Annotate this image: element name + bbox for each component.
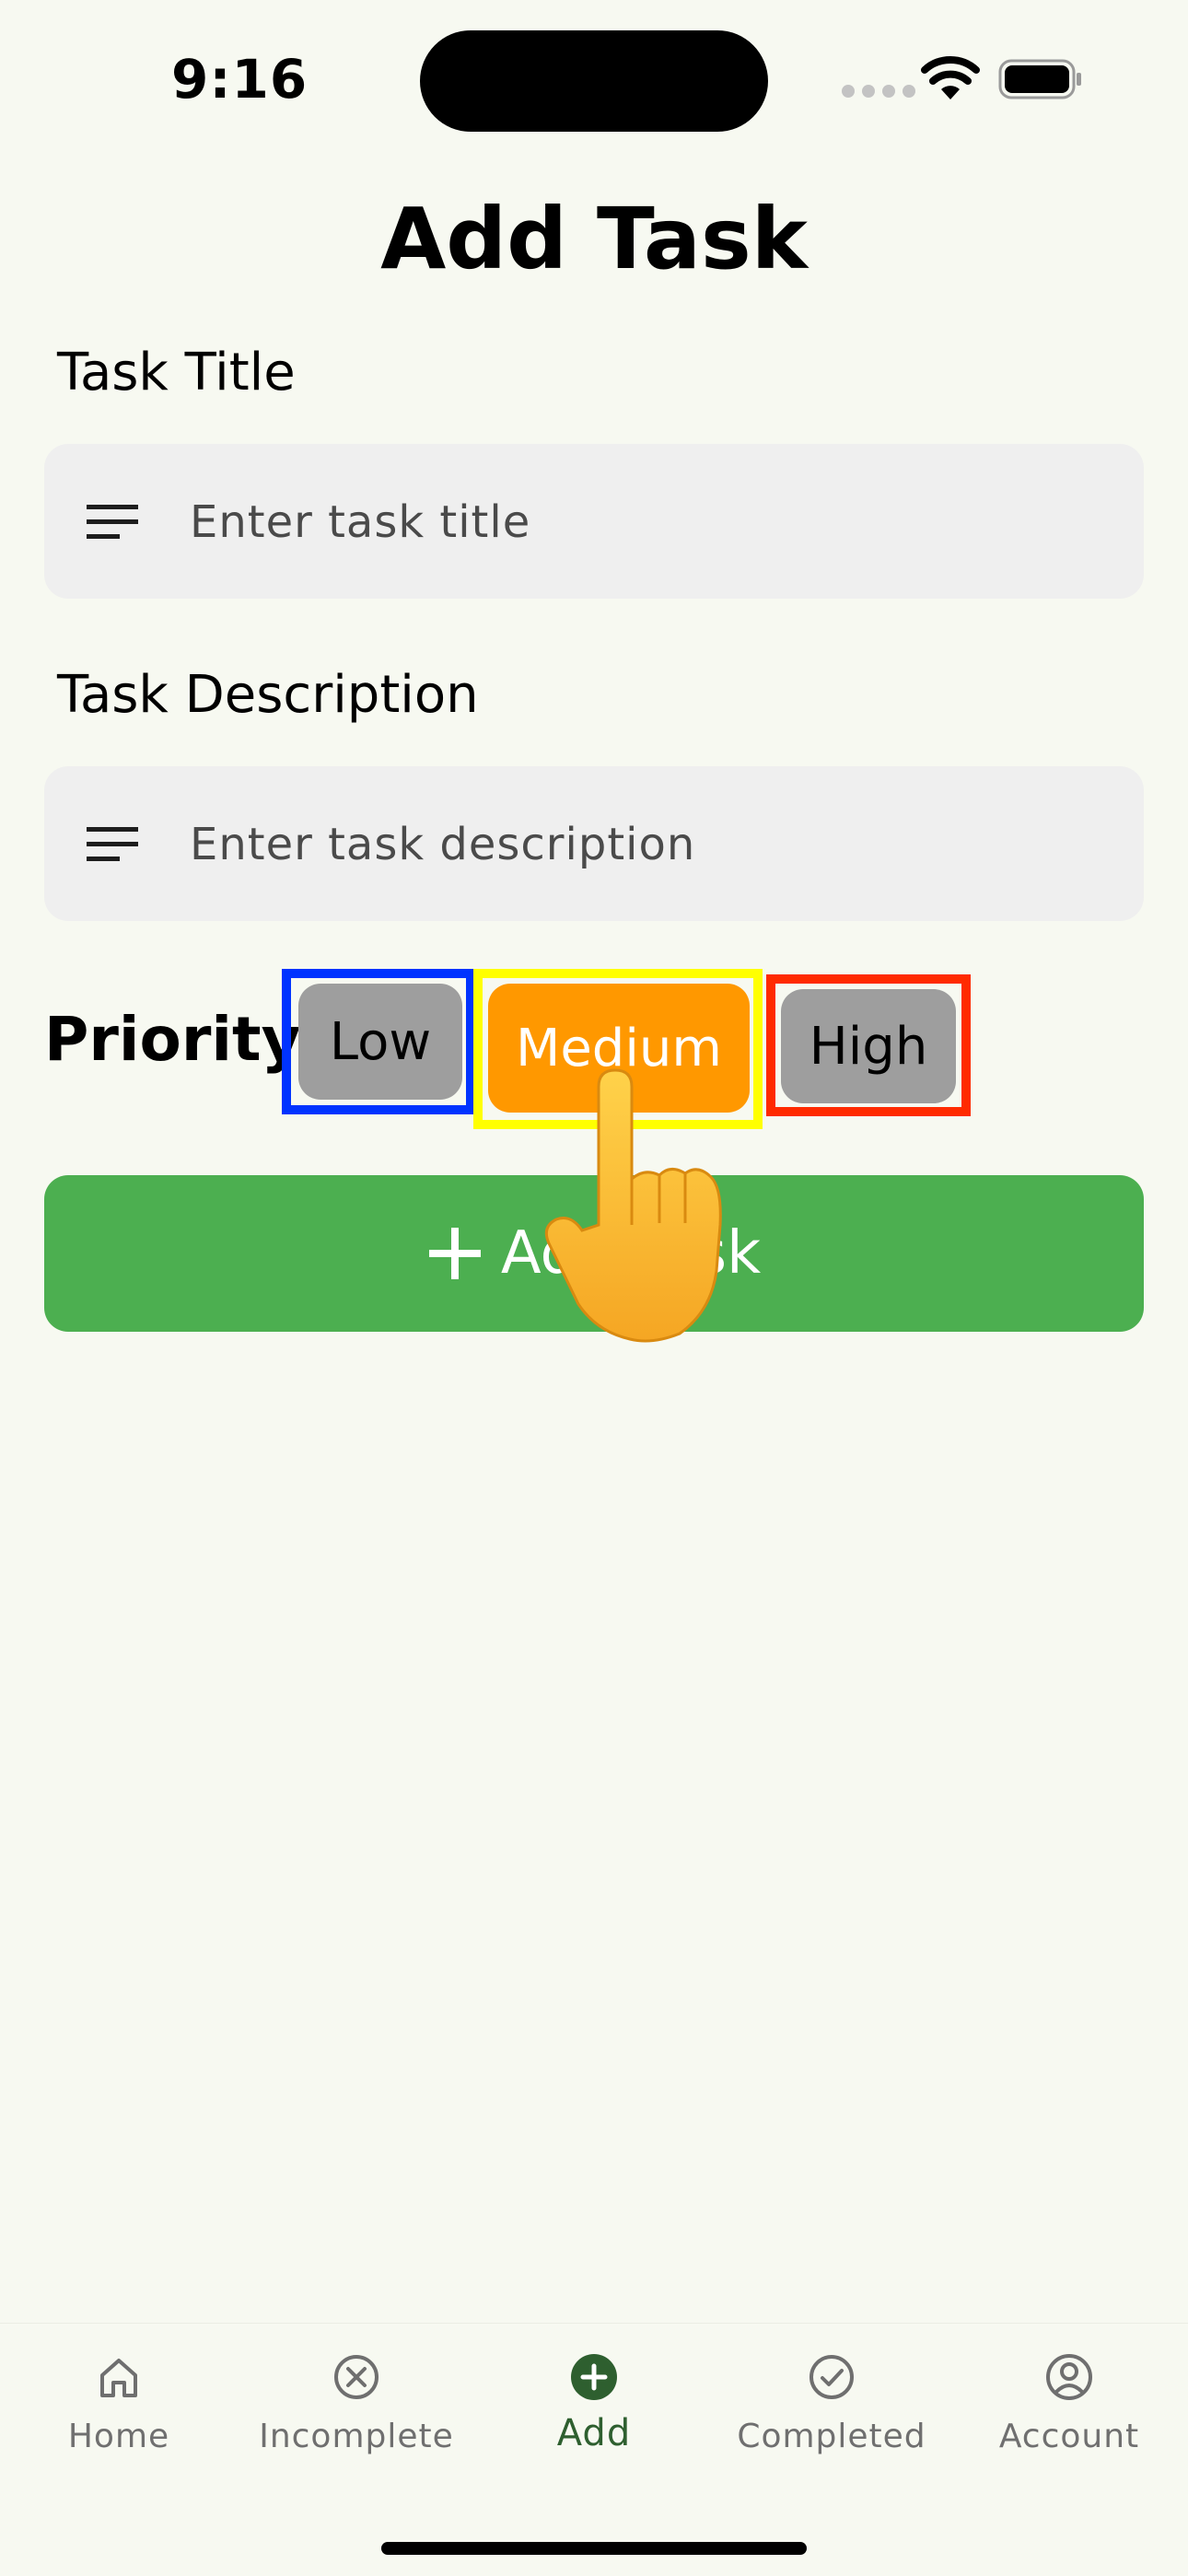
- plus-icon: [428, 1228, 481, 1279]
- wifi-icon: [921, 55, 980, 99]
- bottom-navigation: Home Incomplete Add Completed Account: [0, 2323, 1188, 2576]
- nav-add[interactable]: Add: [475, 2351, 713, 2454]
- battery-icon: [998, 59, 1081, 99]
- plus-circle-icon: [571, 2354, 617, 2400]
- pointing-hand-icon: [544, 1068, 722, 1343]
- short-text-icon: [87, 505, 138, 539]
- short-text-icon: [87, 827, 138, 861]
- home-indicator: [381, 2542, 807, 2555]
- page-title: Add Task: [380, 190, 808, 288]
- dynamic-island: [420, 30, 768, 132]
- task-title-input[interactable]: [188, 444, 1112, 600]
- check-circle-icon: [809, 2355, 854, 2399]
- task-title-label: Task Title: [57, 343, 296, 402]
- nav-incomplete[interactable]: Incomplete: [238, 2351, 475, 2455]
- x-circle-icon: [334, 2355, 379, 2399]
- nav-account[interactable]: Account: [950, 2351, 1188, 2455]
- nav-incomplete-label: Incomplete: [259, 2418, 454, 2455]
- nav-completed[interactable]: Completed: [713, 2351, 950, 2455]
- priority-label: Priority: [44, 1004, 301, 1075]
- status-time: 9:16: [171, 48, 309, 111]
- nav-completed-label: Completed: [737, 2418, 926, 2455]
- task-title-field[interactable]: [44, 444, 1144, 600]
- nav-add-label: Add: [556, 2412, 632, 2454]
- nav-home[interactable]: Home: [0, 2351, 238, 2455]
- task-description-label: Task Description: [57, 665, 479, 725]
- priority-low-button[interactable]: Low: [298, 984, 462, 1100]
- priority-high-button[interactable]: High: [781, 989, 956, 1103]
- task-description-field[interactable]: [44, 766, 1144, 923]
- nav-home-label: Home: [67, 2418, 170, 2455]
- task-description-input[interactable]: [188, 766, 1112, 923]
- account-circle-icon: [1046, 2354, 1092, 2400]
- nav-account-label: Account: [998, 2418, 1140, 2455]
- cellular-signal-icon: [842, 85, 915, 98]
- home-icon: [100, 2359, 137, 2397]
